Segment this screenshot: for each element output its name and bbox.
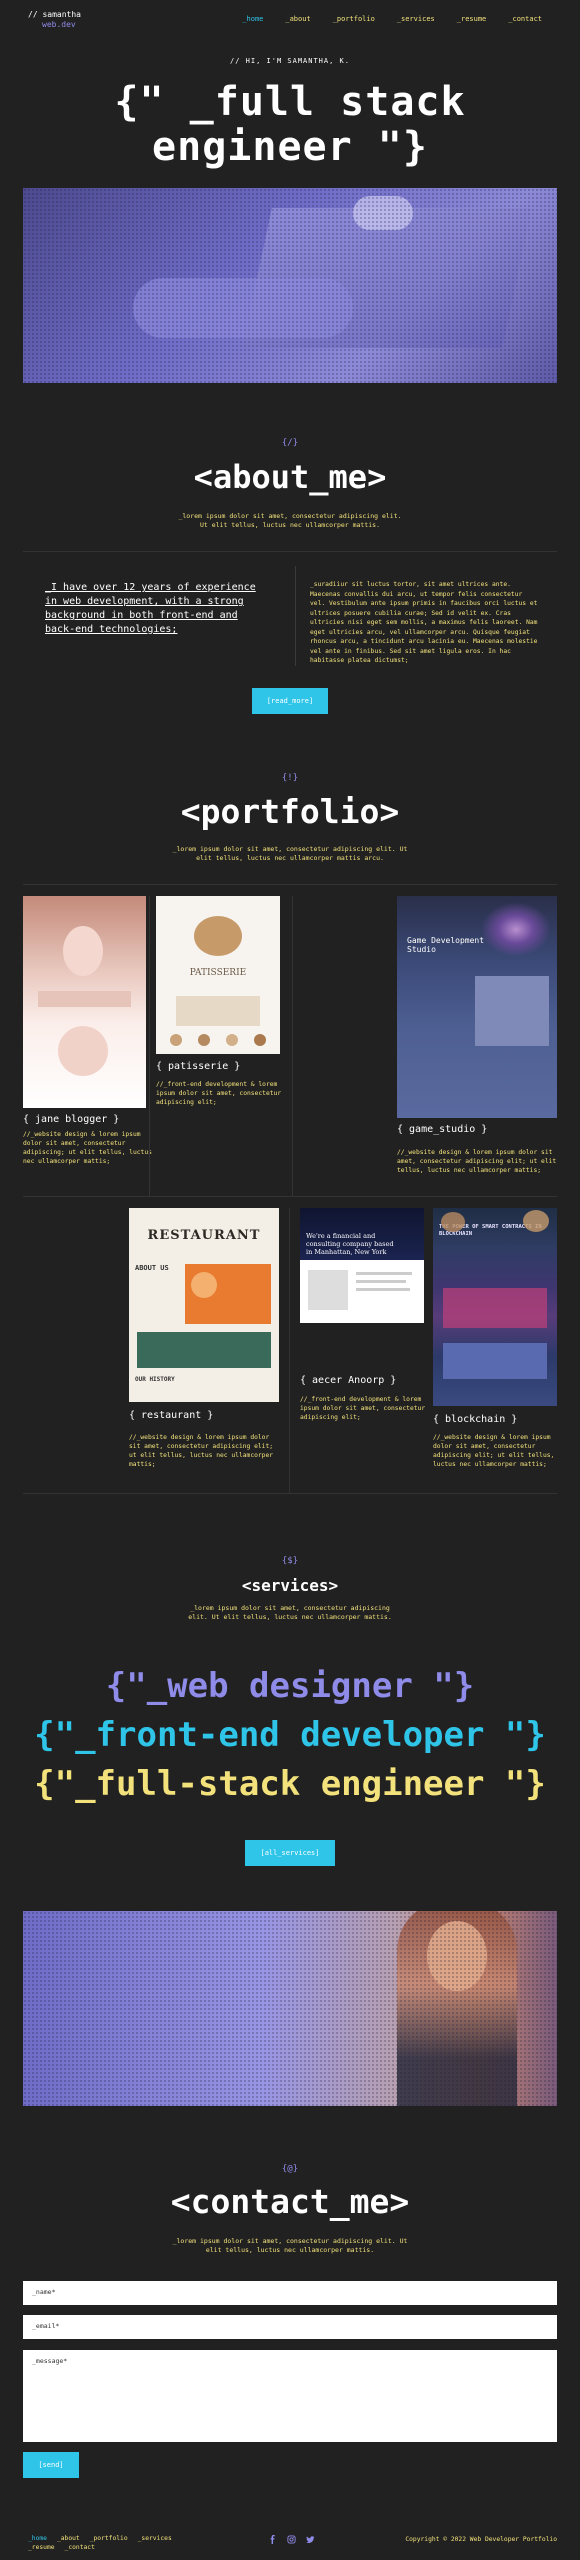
patisserie-shot-title: PATISSERIE — [189, 968, 247, 978]
facebook-icon[interactable] — [268, 2535, 277, 2544]
nav-contact[interactable]: _contact — [508, 15, 542, 23]
nav-resume[interactable]: _resume — [457, 15, 487, 23]
restaurant-screenshot[interactable]: RESTAURANT ABOUT US OUR HISTORY — [129, 1208, 279, 1402]
nav-about[interactable]: _about — [285, 15, 310, 23]
services-subtitle: _lorem ipsum dolor sit amet, consectetur… — [188, 1604, 392, 1621]
all-services-button[interactable]: [all_services] — [245, 1840, 335, 1866]
nav-services[interactable]: _services — [397, 15, 435, 23]
services-image — [23, 1911, 557, 2106]
restaurant-shot-title: RESTAURANT — [147, 1228, 261, 1243]
message-field[interactable]: _message* — [23, 2350, 557, 2442]
portfolio-subtitle: _lorem ipsum dolor sit amet, consectetur… — [172, 845, 408, 862]
hero-image — [23, 188, 557, 383]
contact-subtitle: _lorem ipsum dolor sit amet, consectetur… — [172, 2237, 408, 2254]
email-field[interactable]: _email* — [23, 2315, 557, 2339]
service-web-designer: {"_web designer "} — [105, 1666, 475, 1706]
hero-title-line-1: {" _full stack — [114, 79, 466, 125]
restaurant-shot-history: OUR HISTORY — [135, 1376, 175, 1383]
portfolio-name-patisserie[interactable]: { patisserie } — [156, 1061, 240, 1072]
footer-nav-resume[interactable]: _resume — [28, 2544, 55, 2551]
hero-title-line-2: engineer "} — [152, 124, 428, 170]
about-tag: {/} — [281, 438, 299, 448]
contact-tag: {@} — [281, 2164, 299, 2174]
main-nav: _home _about _portfolio _services _resum… — [242, 15, 542, 23]
restaurant-shot-about: ABOUT US — [135, 1264, 169, 1272]
copyright: Copyright © 2022 Web Developer Portfolio — [405, 2536, 557, 2543]
portfolio-name-aecer-anoorp[interactable]: { aecer Anoorp } — [300, 1375, 396, 1386]
portfolio-title: <portfolio> — [180, 792, 400, 831]
contact-title: <contact_me> — [170, 2182, 410, 2221]
services-tag: {$} — [281, 1556, 299, 1566]
logo-line-1: // samantha — [28, 10, 81, 19]
hero-greeting: // HI, I'M SAMANTHA, K. — [230, 57, 350, 65]
service-front-end-developer: {"_front-end developer "} — [34, 1715, 546, 1755]
aecer-shot-title: We're a financial and consulting company… — [306, 1232, 394, 1256]
portfolio-name-restaurant[interactable]: { restaurant } — [129, 1410, 213, 1421]
portfolio-desc-jane-blogger: //_website design & lorem ipsum dolor si… — [23, 1131, 152, 1165]
about-title: <about_me> — [193, 458, 387, 496]
portfolio-desc-aecer-anoorp: //_front-end development & lorem ipsum d… — [300, 1396, 426, 1421]
portfolio-desc-patisserie: //_front-end development & lorem ipsum d… — [156, 1081, 282, 1106]
aecer-anoorp-screenshot[interactable]: We're a financial and consulting company… — [300, 1208, 424, 1323]
portfolio-name-game-studio[interactable]: { game_studio } — [397, 1124, 487, 1135]
portfolio-desc-restaurant: //_website design & lorem ipsum dolor si… — [129, 1434, 274, 1468]
hero-title: {" _full stack engineer "} — [0, 80, 580, 170]
footer-nav-home[interactable]: _home — [28, 2535, 47, 2542]
blockchain-screenshot[interactable]: THE POWER OF SMART CONTRACTS IN BLOCKCHA… — [433, 1208, 557, 1406]
footer-nav-contact[interactable]: _contact — [65, 2544, 95, 2551]
portfolio-desc-game-studio: //_website design & lorem ipsum dolor si… — [397, 1149, 557, 1174]
footer-nav-portfolio[interactable]: _portfolio — [90, 2535, 128, 2542]
about-subtitle: _lorem ipsum dolor sit amet, consectetur… — [178, 512, 402, 529]
footer-nav-about[interactable]: _about — [57, 2535, 80, 2542]
service-full-stack-engineer: {"_full-stack engineer "} — [34, 1764, 546, 1804]
patisserie-screenshot[interactable]: PATISSERIE — [156, 896, 280, 1054]
nav-portfolio[interactable]: _portfolio — [333, 15, 375, 23]
game-studio-shot-title: Game Development Studio — [407, 936, 485, 954]
nav-home[interactable]: _home — [242, 15, 263, 23]
read-more-button[interactable]: [read_more] — [252, 688, 328, 714]
portfolio-name-jane-blogger[interactable]: { jane blogger } — [23, 1114, 119, 1125]
game-studio-screenshot[interactable]: Game Development Studio — [397, 896, 557, 1118]
about-lead: _I have over 12 years of experience in w… — [45, 582, 256, 635]
logo-line-2: web.dev — [42, 20, 76, 29]
portfolio-desc-blockchain: //_website design & lorem ipsum dolor si… — [433, 1434, 555, 1468]
about-body: _suradiiur sit luctus tortor, sit amet u… — [310, 581, 538, 664]
instagram-icon[interactable] — [287, 2535, 296, 2544]
send-button[interactable]: [send] — [23, 2452, 79, 2478]
portfolio-name-blockchain[interactable]: { blockchain } — [433, 1414, 517, 1425]
site-logo[interactable]: // samantha web.dev — [28, 10, 81, 30]
twitter-icon[interactable] — [306, 2535, 315, 2544]
footer-nav-services[interactable]: _services — [138, 2535, 172, 2542]
portfolio-tag: {!} — [281, 773, 299, 783]
name-field[interactable]: _name* — [23, 2281, 557, 2305]
services-title: <services> — [241, 1576, 339, 1595]
jane-blogger-screenshot[interactable] — [23, 896, 146, 1108]
footer-nav: _home _about _portfolio _services _resum… — [28, 2535, 198, 2551]
social-links — [268, 2535, 315, 2544]
